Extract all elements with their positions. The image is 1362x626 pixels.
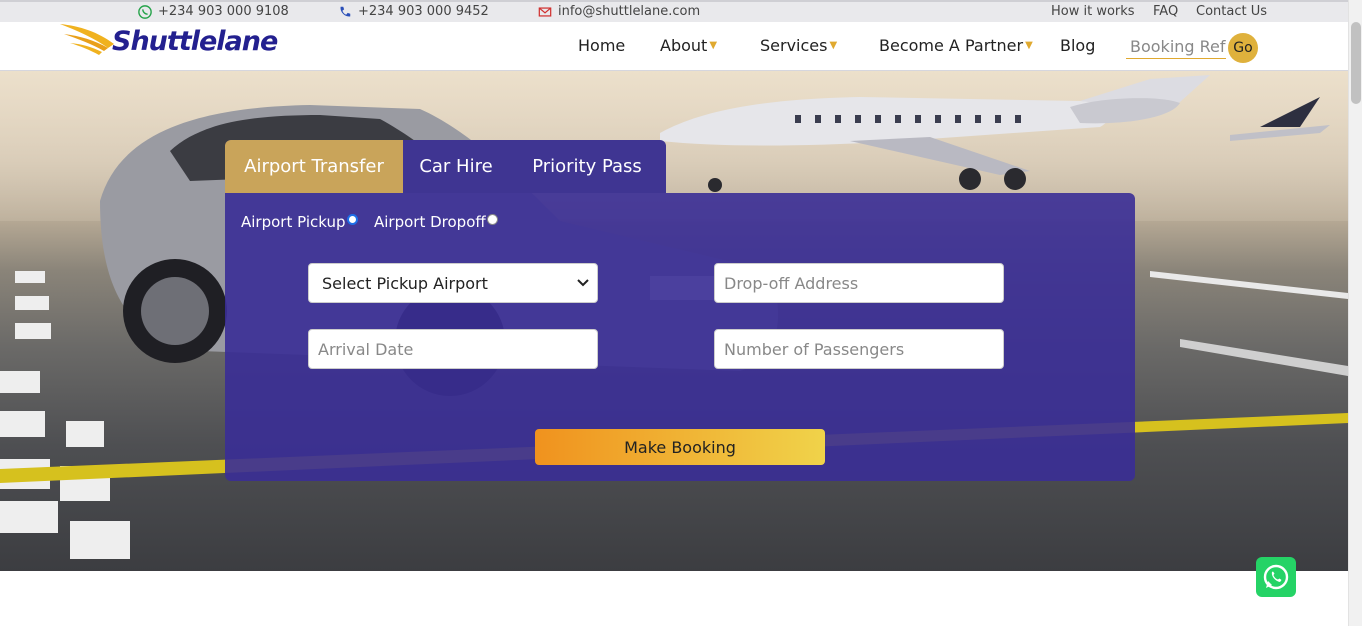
faq-link[interactable]: FAQ <box>1153 4 1178 19</box>
nav-home-label: Home <box>578 36 626 55</box>
whatsapp-contact[interactable]: +234 903 000 9108 <box>138 4 289 19</box>
how-it-works-link[interactable]: How it works <box>1051 4 1135 19</box>
make-booking-button[interactable]: Make Booking <box>535 429 825 465</box>
contact-us-link[interactable]: Contact Us <box>1196 4 1267 19</box>
nav-blog[interactable]: Blog <box>1060 36 1095 55</box>
nav-about-label: About <box>660 36 708 55</box>
shuttlelane-logo[interactable]: Shuttlelane <box>58 22 278 68</box>
nav-become-partner[interactable]: Become A Partner ▼ <box>879 36 1033 55</box>
nav-become-partner-label: Become A Partner <box>879 36 1024 55</box>
dropoff-address-input[interactable]: Drop-off Address <box>714 263 1004 303</box>
airport-dropoff-label: Airport Dropoff <box>374 213 486 231</box>
top-contact-bar: +234 903 000 9108 +234 903 000 9452 info… <box>0 0 1362 22</box>
page-scrollbar[interactable] <box>1348 0 1362 626</box>
nav-blog-label: Blog <box>1060 36 1096 55</box>
main-navbar: Shuttlelane Home About ▼ Services ▼ Become… <box>0 22 1348 71</box>
nav-services[interactable]: Services ▼ <box>760 36 837 55</box>
airport-pickup-label: Airport Pickup <box>241 213 346 231</box>
chevron-down-icon <box>577 279 589 287</box>
pickup-airport-value: Select Pickup Airport <box>322 273 488 293</box>
whatsapp-icon <box>1263 564 1289 590</box>
email-contact[interactable]: info@shuttlelane.com <box>538 4 700 19</box>
tab-car-hire[interactable]: Car Hire <box>403 140 509 193</box>
airport-dropoff-radio[interactable] <box>486 214 498 225</box>
booking-form-card: Airport Pickup Airport Dropoff Select Pi… <box>225 193 1135 481</box>
booking-tabs: Airport Transfer Car Hire Priority Pass <box>225 140 666 193</box>
brand-name: Shuttlelane <box>112 26 278 57</box>
whatsapp-icon <box>138 4 152 19</box>
tab-priority-pass[interactable]: Priority Pass <box>513 140 661 193</box>
mail-icon <box>538 6 552 17</box>
airport-dropoff-option[interactable]: Airport Dropoff <box>374 213 498 231</box>
nav-about[interactable]: About ▼ <box>660 36 717 55</box>
airport-pickup-option[interactable]: Airport Pickup <box>241 213 358 231</box>
phone-icon <box>340 6 351 16</box>
email-address: info@shuttlelane.com <box>558 4 701 19</box>
scrollbar-thumb[interactable] <box>1351 22 1361 104</box>
pickup-airport-select[interactable]: Select Pickup Airport <box>308 263 598 303</box>
phone-contact[interactable]: +234 903 000 9452 <box>338 4 489 19</box>
go-button[interactable]: Go <box>1228 33 1258 63</box>
phone-number: +234 903 000 9452 <box>358 4 489 19</box>
airport-pickup-radio[interactable] <box>346 214 358 225</box>
booking-ref-input[interactable] <box>1126 34 1226 59</box>
passengers-input[interactable]: Number of Passengers <box>714 329 1004 369</box>
tab-airport-transfer[interactable]: Airport Transfer <box>225 140 403 193</box>
arrival-date-input[interactable]: Arrival Date <box>308 329 598 369</box>
caret-down-icon: ▼ <box>1025 40 1033 51</box>
whatsapp-chat-button[interactable] <box>1256 557 1296 597</box>
nav-home[interactable]: Home <box>578 36 625 55</box>
whatsapp-number: +234 903 000 9108 <box>158 4 289 19</box>
caret-down-icon: ▼ <box>829 40 838 51</box>
nav-services-label: Services <box>760 36 828 55</box>
caret-down-icon: ▼ <box>709 40 718 51</box>
